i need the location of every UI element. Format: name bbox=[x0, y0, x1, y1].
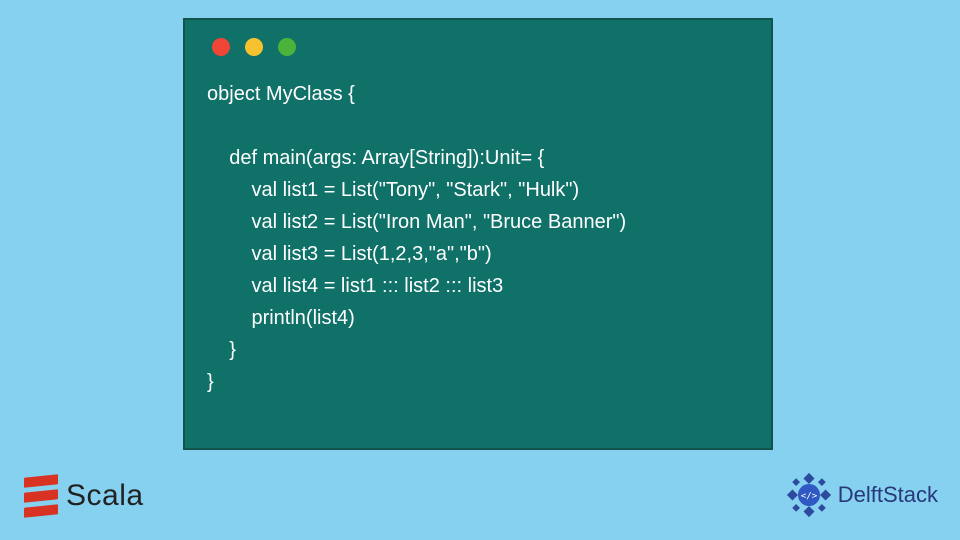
maximize-icon bbox=[278, 38, 296, 56]
minimize-icon bbox=[245, 38, 263, 56]
code-line: val list1 = List("Tony", "Stark", "Hulk"… bbox=[207, 179, 579, 201]
code-line: println(list4) bbox=[207, 307, 355, 329]
code-block: object MyClass { def main(args: Array[St… bbox=[207, 78, 749, 398]
scala-logo: Scala bbox=[24, 476, 144, 516]
delftstack-brand-text: DelftStack bbox=[838, 482, 938, 508]
code-line: def main(args: Array[String]):Unit= { bbox=[207, 147, 544, 169]
scala-icon bbox=[24, 474, 58, 518]
window-controls bbox=[212, 38, 749, 56]
scala-brand-text: Scala bbox=[66, 479, 144, 513]
code-line: val list4 = list1 ::: list2 ::: list3 bbox=[207, 275, 503, 297]
code-line: val list2 = List("Iron Man", "Bruce Bann… bbox=[207, 211, 626, 233]
code-line: val list3 = List(1,2,3,"a","b") bbox=[207, 243, 492, 265]
code-line: object MyClass { bbox=[207, 83, 355, 105]
close-icon bbox=[212, 38, 230, 56]
delftstack-icon: </> bbox=[786, 472, 832, 518]
svg-text:</>: </> bbox=[800, 491, 817, 502]
delftstack-logo: </> DelftStack bbox=[786, 472, 938, 518]
code-line: } bbox=[207, 339, 236, 361]
code-line: } bbox=[207, 371, 214, 393]
code-panel: object MyClass { def main(args: Array[St… bbox=[183, 18, 773, 450]
